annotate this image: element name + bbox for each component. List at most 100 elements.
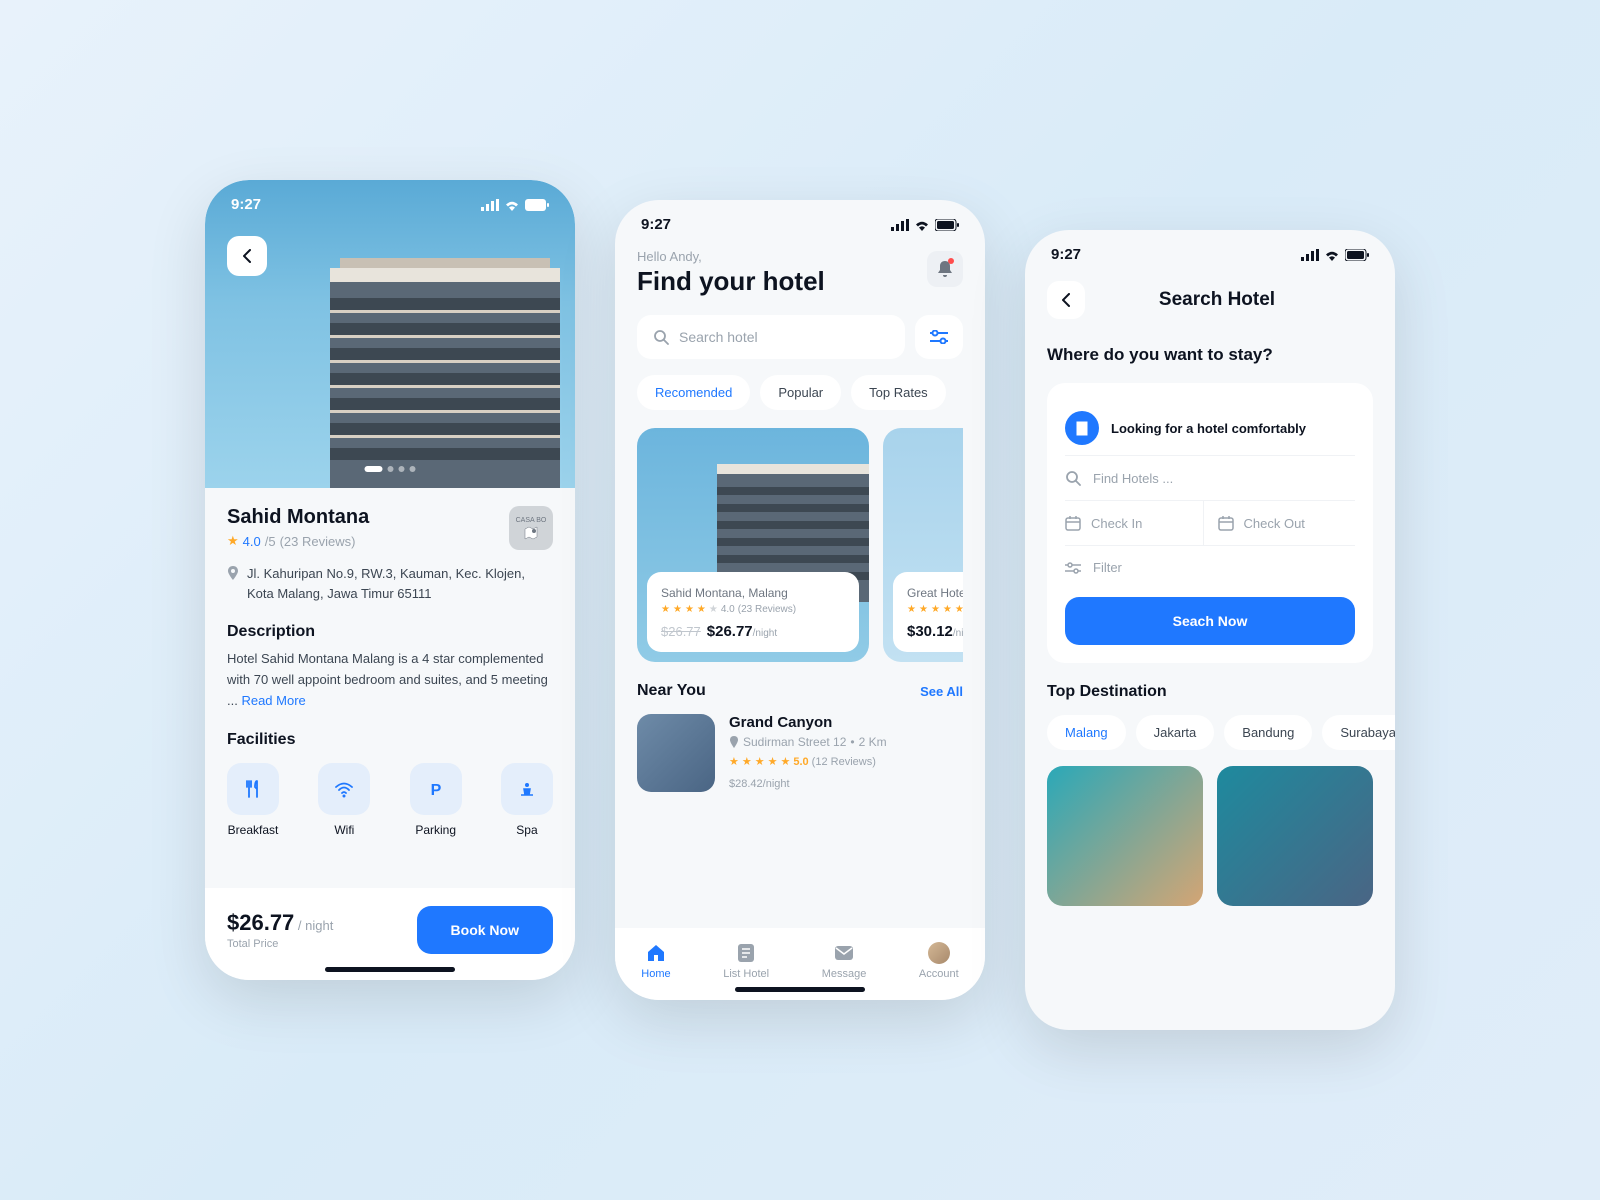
rating-line: ★ 4.0/5 (23 Reviews) (227, 533, 369, 549)
facility-label: Spa (516, 823, 537, 837)
wifi-icon (504, 199, 520, 211)
chip-popular[interactable]: Popular (760, 375, 841, 410)
chip-recommended[interactable]: Recomended (637, 375, 750, 410)
rating-value: 4.0 (243, 534, 261, 549)
status-icons (891, 219, 959, 231)
dest-malang[interactable]: Malang (1047, 715, 1126, 750)
search-now-button[interactable]: Seach Now (1065, 597, 1355, 645)
checkout-input[interactable]: Check Out (1203, 501, 1356, 545)
card-rating: ★★★★★ 4.0 (23 Reviews) (661, 604, 845, 615)
category-chips: Recomended Popular Top Rates (637, 375, 963, 410)
hotel-card[interactable]: Sahid Montana, Malang ★★★★★ 4.0 (23 Revi… (637, 428, 869, 662)
signal-icon (891, 219, 909, 231)
detail-body: Sahid Montana ★ 4.0/5 (23 Reviews) CASA … (205, 488, 575, 888)
dest-jakarta[interactable]: Jakarta (1136, 715, 1215, 750)
near-item[interactable]: Grand Canyon Sudirman Street 12 • 2 Km ★… (637, 714, 963, 792)
status-time: 9:27 (1051, 246, 1081, 263)
hotel-card[interactable]: Great Hotel, Batu ★★★★★ 5.0 (53 $30.12/n… (883, 428, 963, 662)
rating-max: /5 (265, 534, 276, 549)
destination-image[interactable] (1217, 766, 1373, 906)
wifi-icon (318, 763, 370, 815)
hotel-cards: Sahid Montana, Malang ★★★★★ 4.0 (23 Revi… (637, 428, 963, 662)
address-text: Jl. Kahuripan No.9, RW.3, Kauman, Kec. K… (247, 564, 553, 603)
destination-image[interactable] (1047, 766, 1203, 906)
card-rating: ★★★★★ 5.0 (53 (907, 604, 963, 615)
card-info: Sahid Montana, Malang ★★★★★ 4.0 (23 Revi… (647, 572, 859, 652)
map-thumbnail[interactable]: CASA BO (509, 506, 553, 550)
facility-breakfast[interactable]: Breakfast (227, 763, 279, 837)
description-heading: Description (227, 623, 553, 641)
address: Jl. Kahuripan No.9, RW.3, Kauman, Kec. K… (227, 564, 553, 603)
tab-home[interactable]: Home (641, 942, 670, 980)
facility-label: Parking (415, 823, 456, 837)
search-icon (653, 329, 669, 345)
list-icon (735, 942, 757, 964)
near-image (637, 714, 715, 792)
battery-icon (525, 199, 549, 211)
notification-button[interactable] (927, 251, 963, 287)
status-icons (1301, 249, 1369, 261)
find-hotels-input[interactable]: Find Hotels ... (1065, 455, 1355, 500)
destination-images (1047, 766, 1373, 906)
home-body: Hello Andy, Find your hotel Search hotel… (615, 241, 985, 792)
calendar-icon (1065, 515, 1081, 531)
see-all-link[interactable]: See All (920, 684, 963, 699)
status-bar: 9:27 (1025, 230, 1395, 271)
home-icon (645, 942, 667, 964)
card-info: Great Hotel, Batu ★★★★★ 5.0 (53 $30.12/n… (893, 572, 963, 652)
tab-list[interactable]: List Hotel (723, 942, 769, 980)
battery-icon (935, 219, 959, 231)
page-title: Find your hotel (637, 266, 825, 297)
status-icons (481, 199, 549, 211)
signal-icon (481, 199, 499, 211)
near-location: Sudirman Street 12 • 2 Km (729, 735, 887, 749)
checkin-input[interactable]: Check In (1065, 501, 1203, 545)
carousel-dots[interactable] (365, 466, 416, 472)
sliders-icon (930, 330, 948, 344)
facilities-list: Breakfast Wifi P Parking Spa (227, 763, 553, 837)
facility-wifi[interactable]: Wifi (318, 763, 370, 837)
home-indicator (735, 987, 865, 992)
utensils-icon (227, 763, 279, 815)
description-text: Hotel Sahid Montana Malang is a 4 star c… (227, 649, 553, 711)
status-bar: 9:27 (615, 200, 985, 241)
destination-chips: Malang Jakarta Bandung Surabaya (1047, 715, 1373, 750)
filter-input[interactable]: Filter (1065, 545, 1355, 589)
tab-message[interactable]: Message (822, 942, 867, 980)
greeting: Hello Andy, (637, 249, 825, 264)
near-info: Grand Canyon Sudirman Street 12 • 2 Km ★… (729, 714, 887, 792)
near-you-heading: Near You (637, 682, 706, 700)
back-button[interactable] (227, 236, 267, 276)
page-title: Search Hotel (1099, 289, 1335, 311)
tab-account[interactable]: Account (919, 942, 959, 980)
building-illustration (290, 238, 575, 488)
price: $26.77 / night (227, 910, 333, 936)
calendar-icon (1218, 515, 1234, 531)
hint-text: Looking for a hotel comfortably (1111, 421, 1306, 436)
near-price: $28.42/night (729, 774, 887, 792)
bell-icon (937, 260, 953, 278)
card-price: $30.12/night (907, 623, 963, 640)
facility-parking[interactable]: P Parking (410, 763, 462, 837)
spa-icon (501, 763, 553, 815)
hotel-title: Sahid Montana (227, 506, 369, 529)
read-more-link[interactable]: Read More (241, 693, 305, 708)
status-time: 9:27 (231, 196, 261, 213)
search-input[interactable]: Search hotel (637, 315, 905, 359)
near-rating: ★★★★★ 5.0 (12 Reviews) (729, 755, 887, 768)
sliders-icon (1065, 562, 1081, 574)
facility-spa[interactable]: Spa (501, 763, 553, 837)
star-icon: ★ (227, 533, 239, 549)
dest-bandung[interactable]: Bandung (1224, 715, 1312, 750)
back-button[interactable] (1047, 281, 1085, 319)
mail-icon (833, 942, 855, 964)
dest-surabaya[interactable]: Surabaya (1322, 715, 1395, 750)
phone-detail: 9:27 Sahid Montana ★ 4.0/5 (23 (205, 180, 575, 980)
pin-icon (227, 566, 239, 580)
book-button[interactable]: Book Now (417, 906, 553, 954)
chip-top-rates[interactable]: Top Rates (851, 375, 946, 410)
reviews-count: (23 Reviews) (280, 534, 356, 549)
home-indicator (325, 967, 455, 972)
building-icon (1065, 411, 1099, 445)
filter-button[interactable] (915, 315, 963, 359)
